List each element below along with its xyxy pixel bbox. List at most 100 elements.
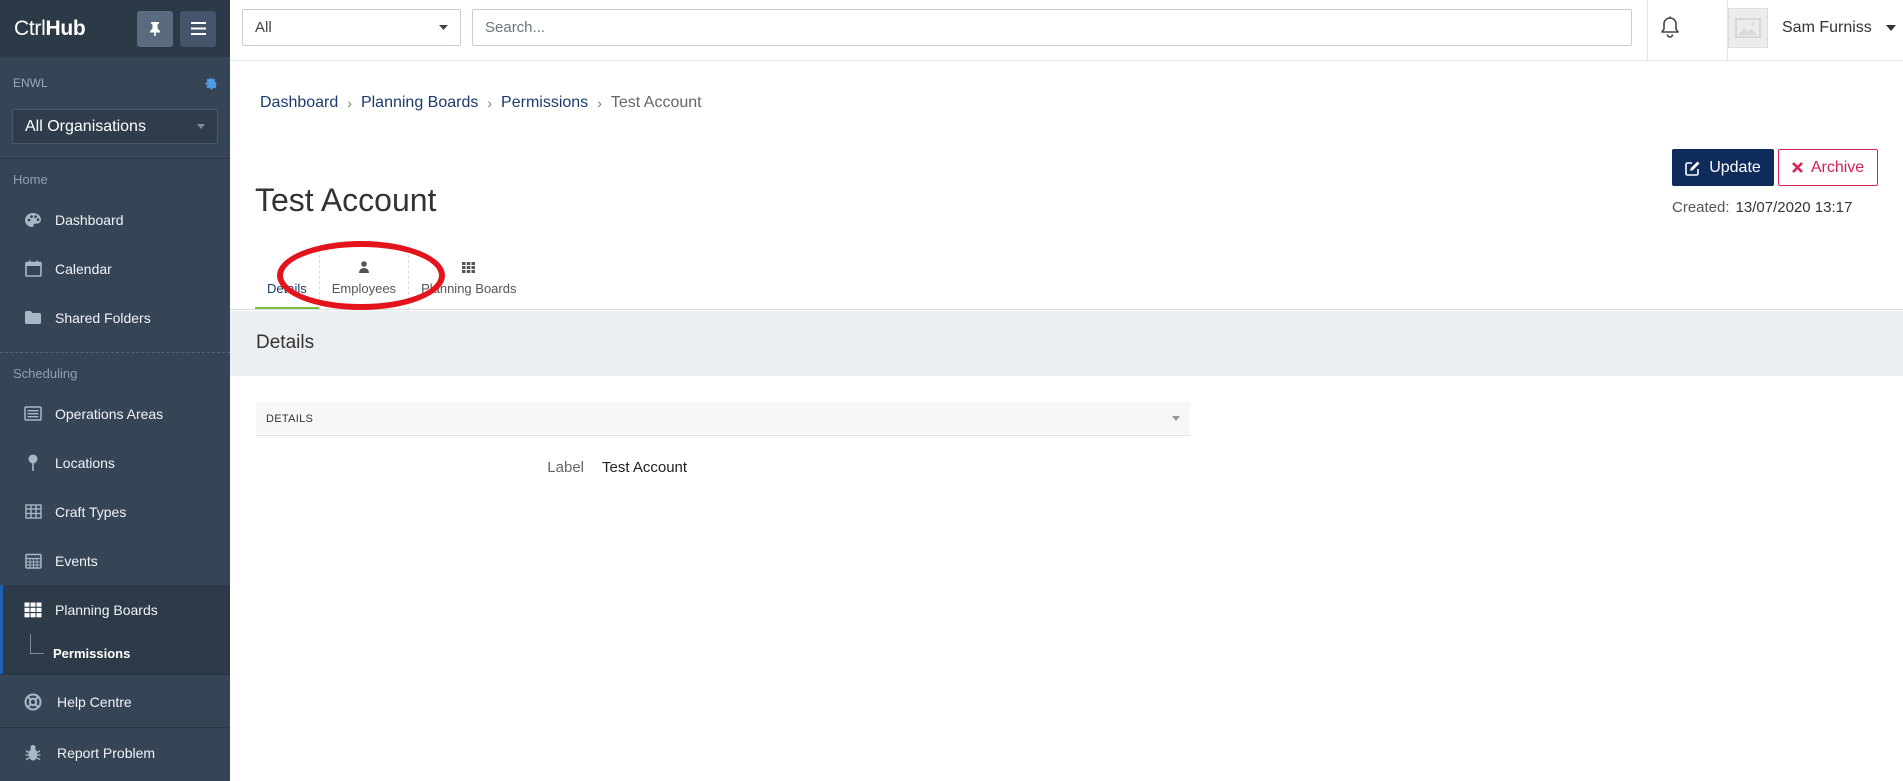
sidebar-item-label: Report Problem (57, 745, 156, 761)
sidebar-item-calendar[interactable]: Calendar (0, 244, 230, 293)
sidebar-item-label: Dashboard (55, 211, 124, 228)
tab-label: Details (267, 281, 307, 296)
lifebuoy-icon (23, 692, 43, 712)
tab-planning-boards[interactable]: Planning Boards (409, 250, 528, 310)
tab-label: Employees (331, 281, 397, 296)
brand-bar: CtrlHub (0, 0, 230, 57)
sidebar-item-label: Shared Folders (55, 309, 151, 326)
logo-text-light: Ctrl (14, 16, 46, 40)
tab-bar-divider (230, 309, 1903, 310)
created-label: Created: (1672, 199, 1730, 216)
field-value: Test Account (602, 459, 688, 476)
org-row: ENWL (0, 57, 230, 109)
tab-details[interactable]: Details (255, 250, 320, 310)
caret-down-icon (1885, 25, 1896, 31)
tab-bar: Details Employees Planning Boards (255, 250, 528, 310)
bell-icon (1661, 16, 1679, 38)
grid-icon (23, 600, 43, 620)
image-placeholder-icon (1735, 18, 1761, 38)
caret-down-icon (197, 124, 205, 129)
chevron-right-icon: › (347, 95, 352, 111)
map-pin-icon (23, 453, 43, 473)
sidebar-item-operations-areas[interactable]: Operations Areas (0, 389, 230, 438)
pin-sidebar-button[interactable] (137, 10, 173, 47)
app-logo[interactable]: CtrlHub (14, 17, 130, 41)
edit-icon (1685, 161, 1700, 176)
sidebar-item-label: Help Centre (57, 694, 132, 710)
section-header: Details (230, 311, 1903, 376)
hamburger-icon (190, 22, 206, 35)
sidebar: CtrlHub ENWL All Organisations Home Dash… (0, 0, 230, 781)
tab-employees[interactable]: Employees (320, 250, 410, 310)
calendar-grid-icon (23, 551, 43, 571)
list-icon (23, 404, 43, 424)
sidebar-item-help-centre[interactable]: Help Centre (0, 677, 230, 727)
breadcrumb: Dashboard › Planning Boards › Permission… (260, 94, 702, 112)
sidebar-subitem-label: Permissions (53, 646, 131, 661)
bug-icon (23, 743, 43, 763)
search-scope-select[interactable]: All (242, 9, 461, 46)
breadcrumb-permissions[interactable]: Permissions (501, 94, 588, 112)
sidebar-divider (0, 674, 230, 675)
sidebar-item-label: Locations (55, 454, 115, 471)
close-icon (1791, 162, 1803, 173)
archive-button-label: Archive (1810, 158, 1865, 176)
avatar (1728, 8, 1768, 48)
created-value: 13/07/2020 13:17 (1735, 199, 1853, 216)
user-name: Sam Furniss (1782, 19, 1872, 36)
nav-section-scheduling: Scheduling (13, 366, 78, 381)
update-button[interactable]: Update (1672, 149, 1774, 186)
top-bar: All Sam Furniss (230, 0, 1903, 61)
details-panel-title: DETAILS (266, 412, 314, 425)
chevron-right-icon: › (487, 95, 493, 111)
sidebar-item-report-problem[interactable]: Report Problem (0, 728, 230, 778)
user-menu[interactable]: Sam Furniss (1728, 8, 1896, 48)
logo-text-bold: Hub (45, 16, 86, 40)
sidebar-item-craft-types[interactable]: Craft Types (0, 487, 230, 536)
breadcrumb-current: Test Account (610, 94, 702, 111)
page-title: Test Account (255, 182, 437, 218)
sidebar-item-label: Craft Types (55, 503, 127, 520)
table-icon (23, 502, 43, 522)
sidebar-item-label: Calendar (55, 260, 112, 277)
field-label: Label (547, 459, 584, 476)
sidebar-item-locations[interactable]: Locations (0, 438, 230, 487)
nav-section-home: Home (13, 172, 48, 187)
organisation-select-value: All Organisations (25, 117, 146, 135)
org-code: ENWL (13, 76, 48, 90)
archive-button[interactable]: Archive (1778, 149, 1878, 186)
chevron-right-icon: › (597, 95, 602, 111)
breadcrumb-dashboard[interactable]: Dashboard (260, 94, 338, 112)
details-panel-header[interactable]: DETAILS (256, 402, 1190, 436)
pin-icon (150, 21, 160, 36)
search-scope-value: All (255, 19, 272, 36)
topbar-divider (1647, 0, 1648, 61)
sidebar-subitem-permissions[interactable]: Permissions (0, 634, 230, 674)
toggle-sidebar-button[interactable] (180, 10, 216, 47)
created-timestamp: Created: 13/07/2020 13:17 (1672, 199, 1852, 216)
tab-label: Planning Boards (421, 281, 517, 296)
section-title: Details (256, 332, 315, 353)
sidebar-item-label: Operations Areas (55, 405, 164, 422)
palette-icon (23, 210, 43, 230)
breadcrumb-planning-boards[interactable]: Planning Boards (361, 94, 478, 112)
sidebar-item-dashboard[interactable]: Dashboard (0, 195, 230, 244)
caret-down-icon (1172, 416, 1180, 421)
gear-icon[interactable] (205, 76, 218, 90)
sidebar-item-label: Events (55, 552, 98, 569)
organisation-select[interactable]: All Organisations (12, 109, 218, 144)
sidebar-item-events[interactable]: Events (0, 536, 230, 585)
user-icon (358, 261, 369, 273)
calendar-icon (23, 259, 43, 279)
grid-icon (462, 262, 476, 273)
sidebar-item-shared-folders[interactable]: Shared Folders (0, 293, 230, 342)
tree-connector (30, 634, 44, 654)
update-button-label: Update (1709, 158, 1761, 176)
sidebar-item-planning-boards[interactable]: Planning Boards (0, 585, 230, 634)
caret-down-icon (439, 25, 448, 30)
search-input[interactable] (472, 9, 1632, 46)
notifications-button[interactable] (1660, 16, 1680, 43)
field-row-label: Label Test Account (256, 459, 1190, 476)
sidebar-item-label: Planning Boards (55, 601, 158, 618)
folder-icon (23, 308, 43, 328)
